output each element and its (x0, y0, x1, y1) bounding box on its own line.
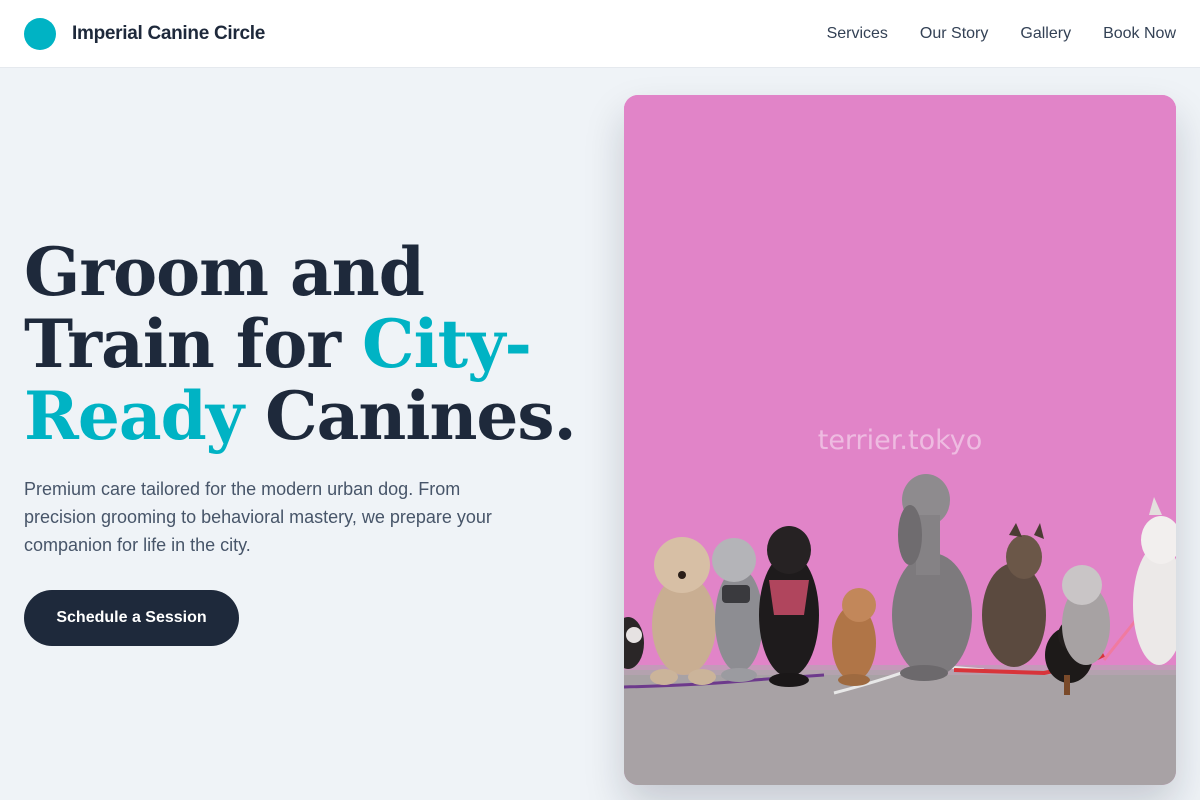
logo-icon[interactable] (24, 17, 56, 50)
nav-our-story[interactable]: Our Story (920, 25, 988, 43)
hero-subtitle: Premium care tailored for the modern urb… (24, 479, 492, 555)
nav-book-now[interactable]: Book Now (1103, 25, 1176, 43)
hero-title-accent2: Ready (24, 377, 244, 455)
hero-title-line3: Canines. (243, 377, 576, 455)
pavement (624, 670, 1176, 785)
hero-title: Groom and Train for City- Ready Canines. (24, 236, 604, 452)
nav-services[interactable]: Services (827, 25, 888, 43)
brand-name[interactable]: Imperial Canine Circle (72, 23, 265, 45)
hero-title-line1: Groom and (24, 233, 425, 311)
nav-gallery[interactable]: Gallery (1020, 25, 1071, 43)
main-nav: Services Our Story Gallery Book Now (827, 25, 1176, 43)
photo-watermark: terrier.tokyo (817, 425, 983, 456)
schedule-session-button[interactable]: Schedule a Session (24, 590, 239, 646)
hero-title-accent: City- (362, 305, 532, 383)
hero-photo: terrier.tokyo (624, 95, 1176, 785)
site-header: Imperial Canine Circle Services Our Stor… (0, 0, 1200, 68)
hero-title-line2: Train for (24, 305, 363, 383)
